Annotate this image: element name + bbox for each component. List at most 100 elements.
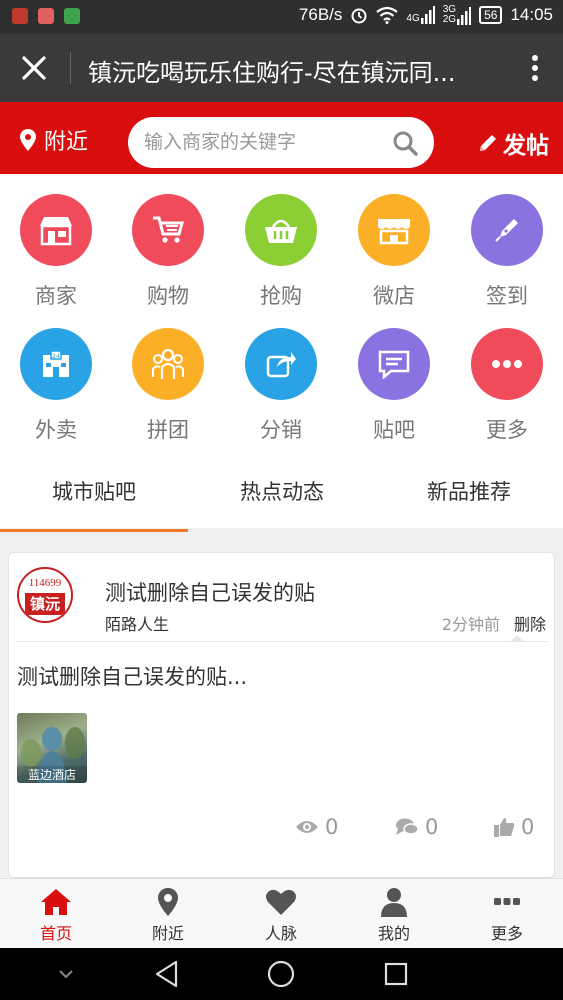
back-icon[interactable] xyxy=(154,960,180,988)
category-label: 抢购 xyxy=(260,284,302,308)
category-shopping[interactable]: 购物 xyxy=(112,174,224,308)
thumbs-up-icon xyxy=(494,818,515,837)
recent-apps-icon[interactable] xyxy=(384,962,408,986)
network-type-label: 2G xyxy=(442,14,457,25)
post-thumbnail[interactable]: 蓝边酒店 xyxy=(17,713,87,783)
face-notification-icon xyxy=(38,8,54,24)
group-icon xyxy=(132,328,204,400)
view-count-value: 0 xyxy=(325,815,339,839)
home-button-icon[interactable] xyxy=(267,960,295,988)
post-author[interactable]: 陌路人生 xyxy=(105,611,169,635)
wifi-icon xyxy=(376,6,399,24)
category-label: 微店 xyxy=(373,284,415,308)
signal-icon xyxy=(420,6,435,24)
thumbnail-caption: 蓝边酒店 xyxy=(17,766,87,783)
chevron-down-icon[interactable] xyxy=(58,968,74,980)
shop-awning-icon xyxy=(358,194,430,266)
tab-hot-news[interactable]: 热点动态 xyxy=(188,456,376,530)
close-icon[interactable] xyxy=(18,52,50,84)
nearby-label: 附近 xyxy=(44,130,89,155)
clock: 14:05 xyxy=(510,5,553,24)
nav-connections[interactable]: 人脉 xyxy=(225,879,337,949)
title-separator xyxy=(70,52,71,84)
category-label: 更多 xyxy=(486,418,528,442)
nearby-location-button[interactable]: 附近 xyxy=(20,124,88,156)
share-icon xyxy=(245,328,317,400)
category-label: 分销 xyxy=(260,418,302,442)
view-count: 0 xyxy=(295,815,338,839)
category-takeout[interactable]: 24 外卖 xyxy=(0,308,112,442)
nav-home[interactable]: 首页 xyxy=(0,879,112,949)
nav-label: 更多 xyxy=(490,924,523,943)
new-post-button[interactable]: 发帖 xyxy=(477,126,549,160)
category-label: 购物 xyxy=(147,284,189,308)
app-notification-icon xyxy=(12,8,28,24)
page-title: 镇沅吃喝玩乐住购行-尽在镇沅同... xyxy=(88,59,456,87)
avatar[interactable]: 114699 镇沅 xyxy=(17,567,73,623)
message-icon xyxy=(358,328,430,400)
bottom-navigation: 首页 附近 人脉 我的 更多 xyxy=(0,878,563,948)
category-label: 拼团 xyxy=(147,418,189,442)
nav-mine[interactable]: 我的 xyxy=(338,879,450,949)
overflow-menu-icon[interactable] xyxy=(531,54,539,82)
more-icon xyxy=(494,898,520,905)
content-tabs: 城市贴吧 热点动态 新品推荐 xyxy=(0,456,563,532)
signal-icon xyxy=(457,7,472,25)
tab-city-forum[interactable]: 城市贴吧 xyxy=(0,456,188,532)
category-label: 贴吧 xyxy=(373,418,415,442)
nav-label: 首页 xyxy=(39,924,72,943)
category-label: 签到 xyxy=(486,284,528,308)
basket-icon xyxy=(245,194,317,266)
home-icon xyxy=(41,889,71,915)
like-count-value: 0 xyxy=(521,815,535,839)
pencil-icon xyxy=(480,135,496,151)
shopping-cart-icon xyxy=(132,194,204,266)
delete-button[interactable]: 删除 xyxy=(514,611,546,635)
search-icon[interactable] xyxy=(392,130,418,156)
search-input[interactable] xyxy=(144,129,384,155)
comment-count-value: 0 xyxy=(425,815,439,839)
nav-nearby[interactable]: 附近 xyxy=(112,879,224,949)
nav-more[interactable]: 更多 xyxy=(451,879,563,949)
search-box[interactable] xyxy=(128,117,434,168)
avatar-name: 镇沅 xyxy=(25,593,65,615)
category-micro-shop[interactable]: 微店 xyxy=(338,174,450,308)
like-count[interactable]: 0 xyxy=(493,815,534,839)
more-dots-icon xyxy=(471,328,543,400)
location-pin-icon xyxy=(20,129,36,151)
alarm-icon xyxy=(351,8,367,24)
nav-label: 人脉 xyxy=(264,924,297,943)
storefront-icon xyxy=(20,194,92,266)
category-flash-sale[interactable]: 抢购 xyxy=(225,174,337,308)
post-timestamp: 2分钟前 xyxy=(441,615,500,634)
new-post-label: 发帖 xyxy=(503,133,549,159)
notification-icons xyxy=(12,8,80,24)
comments-icon xyxy=(396,818,419,835)
avatar-number: 114699 xyxy=(28,577,62,589)
status-bar: 76B/s 4G 3G 2G 56 14:05 xyxy=(0,0,563,34)
nav-label: 我的 xyxy=(377,924,410,943)
post-card[interactable]: 114699 镇沅 测试删除自己误发的贴 陌路人生 2分钟前 删除 测试删除自己… xyxy=(8,552,555,878)
category-label: 商家 xyxy=(35,284,77,308)
heart-icon xyxy=(266,889,296,915)
search-header: 附近 发帖 xyxy=(0,102,563,174)
pen-nib-icon xyxy=(471,194,543,266)
network-type-label: 4G xyxy=(406,13,420,24)
comment-count[interactable]: 0 xyxy=(395,815,438,839)
user-icon xyxy=(381,888,407,917)
battery-icon: 56 xyxy=(479,6,503,24)
category-merchant[interactable]: 商家 xyxy=(0,174,112,308)
location-pin-icon xyxy=(158,888,178,916)
24h-store-icon: 24 xyxy=(20,328,92,400)
post-title[interactable]: 测试删除自己误发的贴 xyxy=(105,577,315,607)
category-more[interactable]: 更多 xyxy=(451,308,563,442)
category-forum[interactable]: 贴吧 xyxy=(338,308,450,442)
tab-new-products[interactable]: 新品推荐 xyxy=(375,456,563,530)
svg-text:24: 24 xyxy=(52,353,60,360)
post-stats: 0 0 0 xyxy=(9,815,554,845)
category-distribution[interactable]: 分销 xyxy=(225,308,337,442)
category-check-in[interactable]: 签到 xyxy=(451,174,563,308)
category-group-buy[interactable]: 拼团 xyxy=(112,308,224,442)
post-body[interactable]: 测试删除自己误发的贴... xyxy=(17,661,247,691)
voicemail-notification-icon xyxy=(64,8,80,24)
